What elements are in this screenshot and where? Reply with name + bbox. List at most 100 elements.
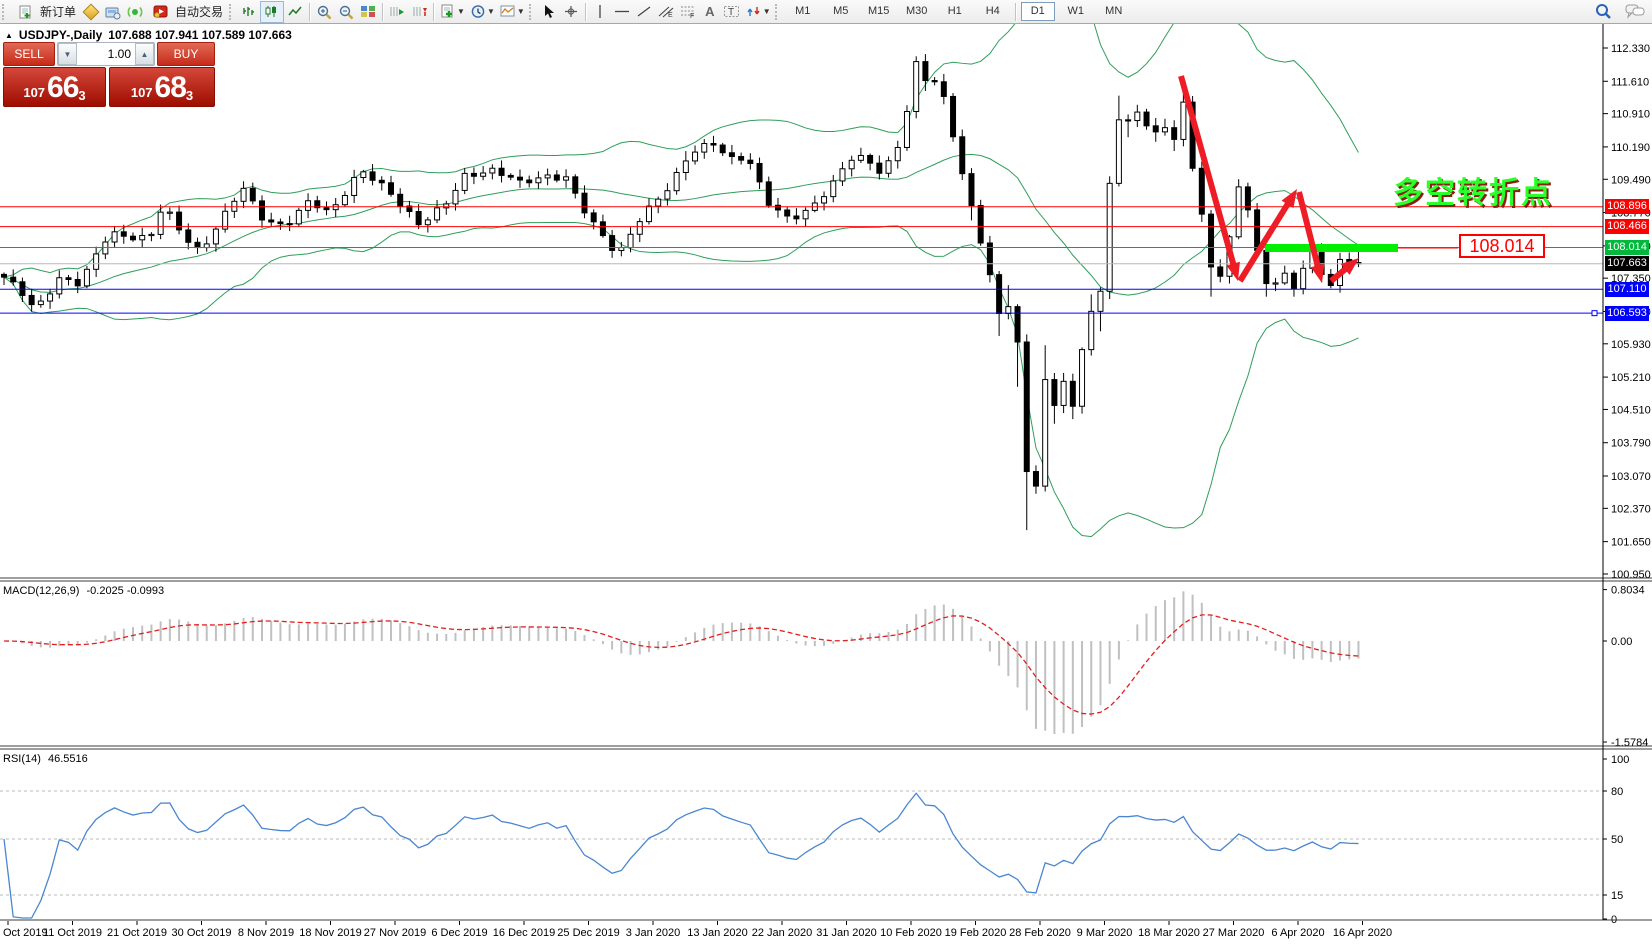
svg-text:50: 50 xyxy=(1611,834,1623,846)
volume-input[interactable] xyxy=(77,43,135,65)
trendline-icon[interactable] xyxy=(633,2,655,22)
arrows-dropdown-icon[interactable]: ▼ xyxy=(763,7,771,16)
svg-text:103.790: 103.790 xyxy=(1611,438,1651,450)
date-label: Oct 2019 xyxy=(3,927,48,939)
sell-price-button[interactable]: 107663 xyxy=(3,67,106,107)
macd-indicator-label: MACD(12,26,9) -0.2025 -0.0993 xyxy=(3,585,164,597)
fibonacci-icon[interactable]: F xyxy=(677,2,699,22)
date-label: 16 Apr 2020 xyxy=(1333,927,1392,939)
svg-text:E: E xyxy=(668,12,673,19)
autotrading-button[interactable]: 自动交易 xyxy=(146,2,227,22)
candlestick-chart-icon[interactable] xyxy=(260,1,284,23)
date-label: 13 Jan 2020 xyxy=(687,927,748,939)
price-level-label: 108.014 xyxy=(1459,234,1545,258)
svg-text:105.210: 105.210 xyxy=(1611,372,1651,384)
profiles-clock-icon[interactable] xyxy=(467,2,489,22)
zoom-out-icon[interactable] xyxy=(335,2,357,22)
bar-chart-icon[interactable] xyxy=(238,2,260,22)
zoom-in-icon[interactable] xyxy=(313,2,335,22)
date-label: 31 Jan 2020 xyxy=(816,927,877,939)
chart-caret-icon: ▲ xyxy=(5,31,13,40)
sell-price-base: 107 xyxy=(23,83,45,103)
timeframe-m15[interactable]: M15 xyxy=(862,2,896,21)
timeframe-w1[interactable]: W1 xyxy=(1059,2,1093,21)
buy-price-pip: 3 xyxy=(186,89,193,103)
signal-icon[interactable] xyxy=(124,2,146,22)
horizontal-line-icon[interactable] xyxy=(611,2,633,22)
equidistant-channel-icon[interactable]: E xyxy=(655,2,677,22)
price-badge-108.014: 108.014 xyxy=(1605,240,1649,255)
buy-button[interactable]: BUY xyxy=(157,42,215,66)
toolbar-separator xyxy=(585,3,586,21)
one-click-trading-panel: SELL ▼ ▲ BUY 107663 107683 xyxy=(3,42,215,107)
date-label: 19 Feb 2020 xyxy=(945,927,1007,939)
profiles-dropdown-icon[interactable]: ▼ xyxy=(487,7,495,16)
sell-button[interactable]: SELL xyxy=(3,42,55,66)
new-chart-icon[interactable] xyxy=(437,2,459,22)
date-label: 10 Feb 2020 xyxy=(880,927,942,939)
new-chart-dropdown-icon[interactable]: ▼ xyxy=(457,7,465,16)
toolbar-right-group xyxy=(1592,2,1646,22)
text-label-icon[interactable]: T xyxy=(721,2,743,22)
date-label: 8 Nov 2019 xyxy=(238,927,294,939)
svg-text:T: T xyxy=(728,7,734,18)
svg-text:101.650: 101.650 xyxy=(1611,537,1651,549)
toolbar-grip xyxy=(229,4,236,20)
line-chart-icon[interactable] xyxy=(284,2,306,22)
date-label: 9 Mar 2020 xyxy=(1077,927,1133,939)
timeframe-h4[interactable]: H4 xyxy=(976,2,1010,21)
svg-text:110.190: 110.190 xyxy=(1611,142,1650,154)
chat-icon[interactable] xyxy=(1624,2,1646,22)
indicators-icon[interactable] xyxy=(497,2,519,22)
volume-increase-button[interactable]: ▲ xyxy=(135,43,154,65)
toolbar-grip xyxy=(775,4,782,20)
timeframe-m30[interactable]: M30 xyxy=(900,2,934,21)
svg-text:0.8034: 0.8034 xyxy=(1611,585,1645,597)
volume-decrease-button[interactable]: ▼ xyxy=(58,43,77,65)
price-badge-108.896: 108.896 xyxy=(1605,199,1649,214)
svg-text:103.070: 103.070 xyxy=(1611,471,1651,483)
timeframe-m1[interactable]: M1 xyxy=(786,2,820,21)
toolbar-grip xyxy=(529,4,536,20)
svg-text:F: F xyxy=(690,13,694,19)
arrows-tool-icon[interactable] xyxy=(743,2,765,22)
navigator-icon[interactable] xyxy=(102,2,124,22)
svg-text:109.490: 109.490 xyxy=(1611,174,1651,186)
timeframe-m5[interactable]: M5 xyxy=(824,2,858,21)
date-label: 25 Dec 2019 xyxy=(557,927,619,939)
toolbar-separator xyxy=(1015,3,1016,21)
toolbar-separator xyxy=(309,3,310,21)
chart-canvas[interactable]: 112.330111.610110.910110.190109.490108.7… xyxy=(0,0,1652,947)
buy-price-button[interactable]: 107683 xyxy=(109,67,215,107)
tile-windows-icon[interactable] xyxy=(357,2,379,22)
macd-values: -0.2025 -0.0993 xyxy=(86,585,164,597)
date-label: 16 Dec 2019 xyxy=(493,927,555,939)
time-axis[interactable]: Oct 201911 Oct 201921 Oct 201930 Oct 201… xyxy=(0,923,1652,947)
date-label: 30 Oct 2019 xyxy=(172,927,232,939)
toolbar: 新订单 自动交易 xyxy=(0,0,1652,24)
vertical-line-icon[interactable] xyxy=(589,2,611,22)
chart-shift-icon[interactable] xyxy=(408,2,430,22)
rsi-value: 46.5516 xyxy=(48,753,88,765)
svg-text:-1.5784: -1.5784 xyxy=(1611,737,1648,749)
data-window-icon[interactable] xyxy=(80,2,102,22)
new-order-label: 新订单 xyxy=(40,3,76,20)
new-order-button[interactable]: 新订单 xyxy=(11,2,80,22)
indicators-dropdown-icon[interactable]: ▼ xyxy=(517,7,525,16)
cursor-icon[interactable] xyxy=(538,2,560,22)
auto-scroll-icon[interactable] xyxy=(386,2,408,22)
date-label: 18 Nov 2019 xyxy=(299,927,361,939)
timeframe-mn[interactable]: MN xyxy=(1097,2,1131,21)
mt4-window: 新订单 自动交易 xyxy=(0,0,1652,947)
price-badge-107.110: 107.110 xyxy=(1605,282,1649,297)
timeframe-h1[interactable]: H1 xyxy=(938,2,972,21)
new-order-icon xyxy=(15,2,37,22)
svg-text:15: 15 xyxy=(1611,890,1623,902)
chart-title: ▲ USDJPY-,Daily 107.688 107.941 107.589 … xyxy=(5,28,292,42)
chart-symbol-period: USDJPY-,Daily xyxy=(19,28,102,42)
search-icon[interactable] xyxy=(1592,2,1614,22)
timeframe-d1[interactable]: D1 xyxy=(1021,2,1055,21)
crosshair-icon[interactable] xyxy=(560,2,582,22)
svg-text:100: 100 xyxy=(1611,754,1629,766)
text-icon[interactable]: A xyxy=(699,2,721,22)
